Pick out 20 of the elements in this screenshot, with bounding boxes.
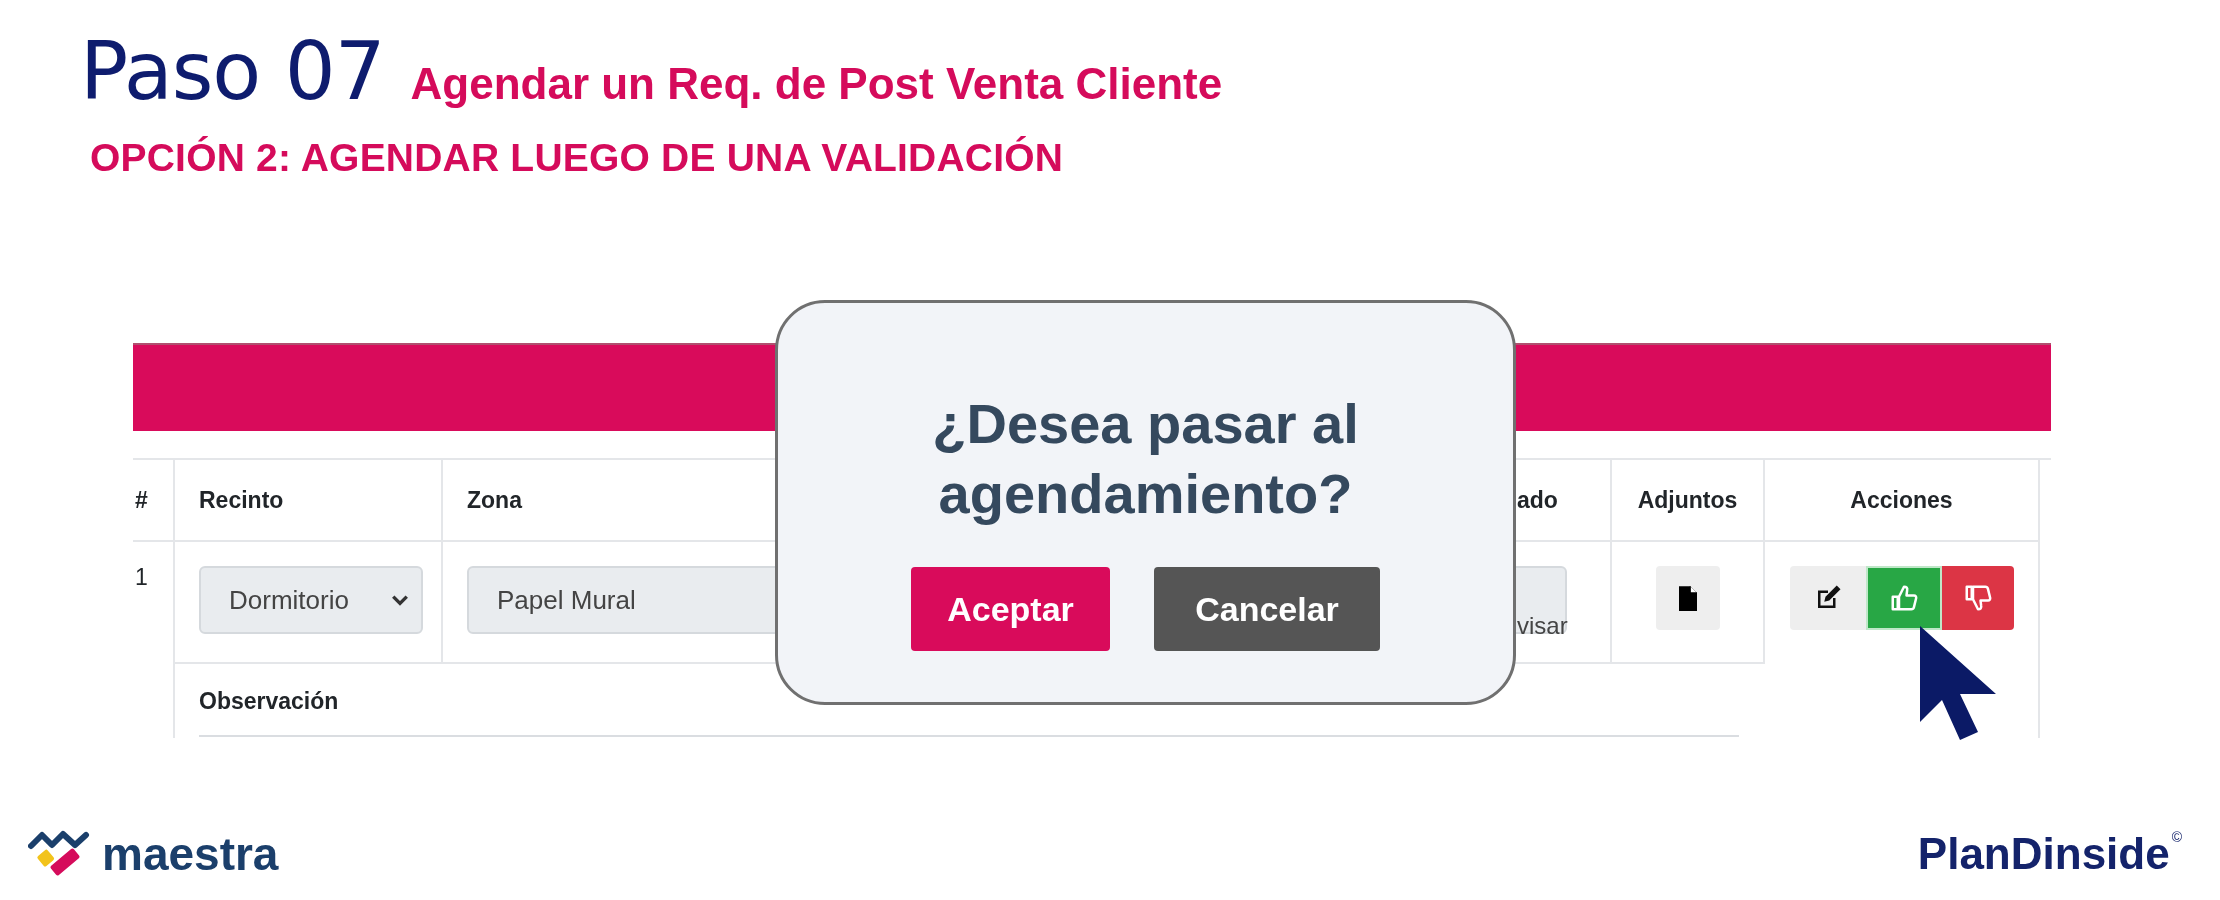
edit-button[interactable] bbox=[1789, 566, 1866, 630]
attachment-button[interactable] bbox=[1655, 566, 1720, 630]
column-header: Acciones bbox=[1765, 460, 2040, 542]
logo-text: maestra bbox=[102, 827, 279, 881]
column-header: # bbox=[133, 460, 175, 542]
column-header: Recinto bbox=[175, 460, 443, 542]
step-title: Paso 07 bbox=[80, 28, 385, 116]
copyright-mark: © bbox=[2171, 829, 2182, 845]
field-label: Observación bbox=[199, 688, 339, 714]
logo-text: PlanDinside bbox=[1917, 829, 2170, 879]
slide-subtitle: Agendar un Req. de Post Venta Cliente bbox=[410, 59, 1223, 109]
chevron-down-icon bbox=[391, 594, 409, 606]
cancel-button[interactable]: Cancelar bbox=[1154, 567, 1380, 651]
file-icon bbox=[1678, 585, 1697, 611]
accept-button[interactable]: Aceptar bbox=[911, 567, 1110, 651]
slide-heading: OPCIÓN 2: AGENDAR LUEGO DE UNA VALIDACIÓN bbox=[90, 136, 1065, 180]
column-header: Adjuntos bbox=[1612, 460, 1765, 542]
room-select[interactable]: Dormitorio bbox=[199, 566, 423, 634]
reject-button[interactable] bbox=[1941, 566, 2014, 630]
table-cell: 1 bbox=[133, 542, 175, 738]
